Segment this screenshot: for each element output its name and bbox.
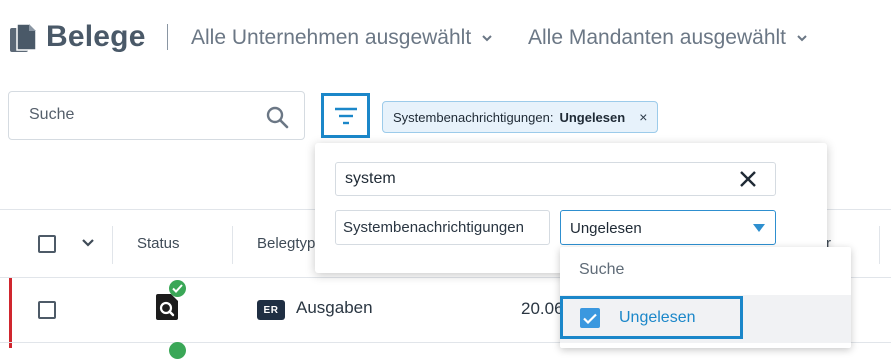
column-header-belegtyp[interactable]: Belegtyp	[257, 235, 315, 252]
status-ok-icon	[169, 280, 186, 297]
filter-value-dropdown: Suche Ungelesen	[560, 247, 851, 348]
client-select[interactable]: Alle Mandanten ausgewählt	[528, 26, 808, 50]
row-unread-marker	[9, 278, 12, 342]
close-icon[interactable]	[738, 169, 758, 189]
search-placeholder: Suche	[29, 106, 75, 123]
chevron-down-icon[interactable]	[81, 238, 95, 248]
chip-key: Systembenachrichtigungen:	[393, 109, 554, 125]
company-select[interactable]: Alle Unternehmen ausgewählt	[191, 26, 493, 50]
dropdown-option-label: Ungelesen	[619, 309, 696, 326]
filter-value-selected: Ungelesen	[570, 220, 642, 237]
company-select-label: Alle Unternehmen ausgewählt	[191, 26, 472, 49]
row-checkbox[interactable]	[38, 301, 56, 319]
select-all-checkbox[interactable]	[38, 235, 56, 253]
document-search-icon	[156, 294, 178, 320]
client-select-label: Alle Mandanten ausgewählt	[528, 26, 787, 49]
doc-type-badge: ER	[257, 300, 285, 320]
filter-icon	[334, 107, 357, 124]
column-separator	[112, 226, 113, 264]
row-unread-marker	[9, 343, 12, 348]
column-separator	[232, 226, 233, 264]
filter-field-label: Systembenachrichtigungen	[335, 210, 550, 245]
doc-type-label: Ausgaben	[296, 298, 373, 317]
filter-search-input[interactable]: system	[335, 162, 776, 196]
dropdown-search-label: Suche	[579, 261, 625, 278]
documents-icon	[10, 24, 36, 52]
header-divider	[167, 24, 168, 50]
search-input[interactable]: Suche	[8, 91, 305, 140]
chevron-down-icon	[797, 35, 807, 42]
filter-value-select[interactable]: Ungelesen	[560, 210, 776, 245]
filter-button[interactable]	[321, 93, 370, 138]
dropdown-search-option[interactable]: Suche	[560, 247, 851, 295]
chevron-down-icon	[482, 35, 492, 42]
caret-down-icon	[753, 224, 765, 232]
filter-search-value: system	[345, 170, 396, 187]
active-filter-chip[interactable]: Systembenachrichtigungen: Ungelesen ×	[382, 101, 659, 133]
chip-remove-icon[interactable]: ×	[639, 109, 647, 125]
doc-date: 20.06	[521, 299, 564, 318]
page-title: Belege	[46, 20, 146, 53]
checkbox-checked-icon[interactable]	[580, 308, 600, 328]
chip-value: Ungelesen	[559, 109, 626, 125]
column-header-status[interactable]: Status	[137, 235, 180, 252]
filter-field-name: Systembenachrichtigungen	[343, 219, 524, 236]
column-separator	[879, 226, 880, 264]
status-ok-icon	[169, 342, 186, 359]
dropdown-option-ungelesen[interactable]: Ungelesen	[560, 295, 851, 343]
search-icon[interactable]	[265, 105, 289, 129]
